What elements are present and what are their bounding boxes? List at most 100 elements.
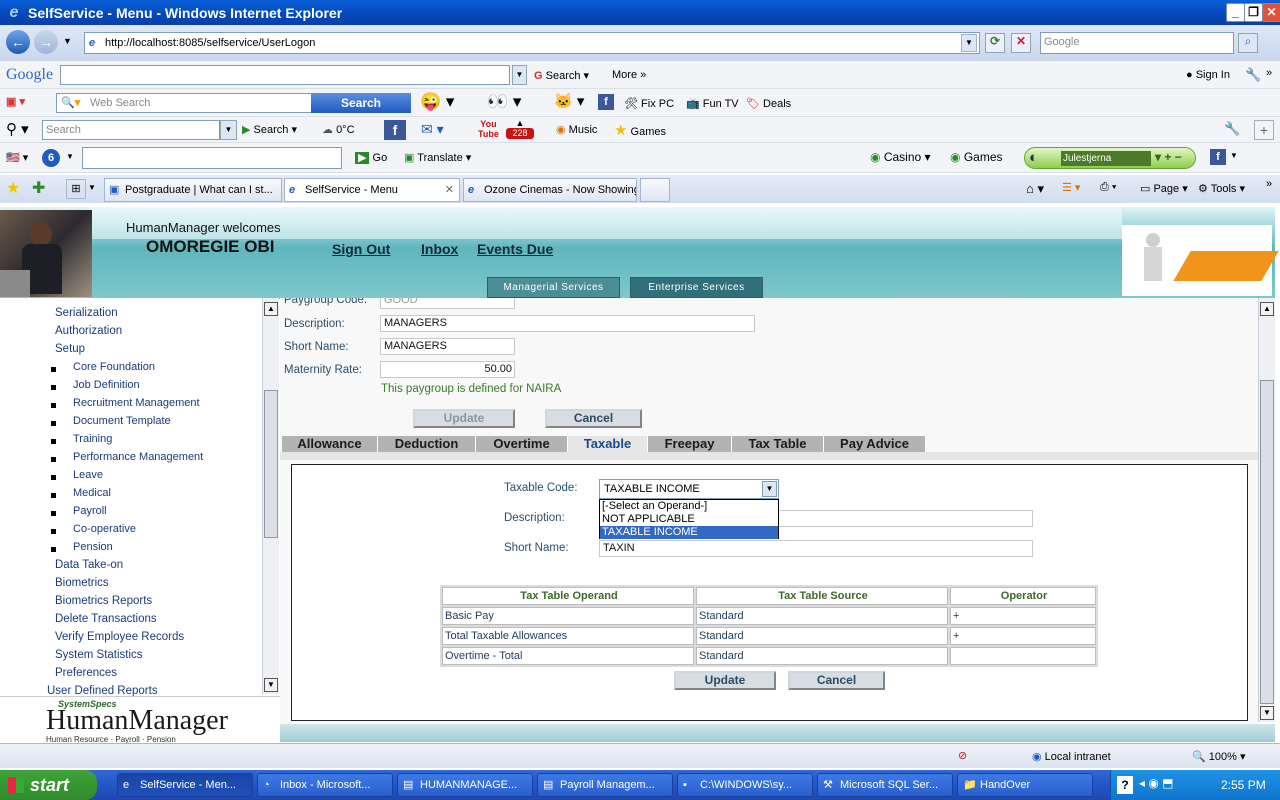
description-field[interactable]: MANAGERS	[380, 315, 755, 332]
tab-deduction[interactable]: Deduction	[378, 436, 476, 452]
go-button[interactable]: ▶ Go	[355, 151, 387, 164]
music-button[interactable]: ◉ Music	[556, 123, 597, 136]
sidebar-more-item-2[interactable]: Biometrics Reports	[55, 595, 152, 607]
taxable-code-options[interactable]: [-Select an Operand-] NOT APPLICABLE TAX…	[599, 499, 779, 539]
facebook-icon-3[interactable]: f	[1210, 149, 1226, 165]
back-button[interactable]: ←	[6, 30, 30, 54]
chevron-icon[interactable]: »	[1266, 67, 1272, 79]
magnifier-search-icon[interactable]: ⚲ ▾	[6, 120, 29, 138]
inbox-link[interactable]: Inbox	[421, 241, 458, 257]
events-due-link[interactable]: Events Due	[477, 241, 553, 257]
toolbar-search-button[interactable]: ▶ Search ▾	[242, 123, 297, 136]
help-icon[interactable]: ?	[1117, 776, 1133, 794]
taskbar-item-3[interactable]: ▤ Payroll Managem...	[537, 773, 673, 797]
managerial-services-button[interactable]: Managerial Services	[487, 277, 620, 298]
option-select-operand[interactable]: [-Select an Operand-]	[600, 500, 778, 513]
weather-widget[interactable]: ☁ 0°C	[322, 123, 355, 136]
fun-tv-button[interactable]: 📺 Fun TV	[686, 97, 739, 110]
taxable-short-name-field[interactable]: TAXIN	[599, 540, 1033, 557]
tab-pay-advice[interactable]: Pay Advice	[824, 436, 926, 452]
forward-button[interactable]: →	[34, 30, 58, 54]
tab-overtime[interactable]: Overtime	[476, 436, 568, 452]
main-scroll-up-icon[interactable]: ▲	[1260, 302, 1274, 316]
setup-item-4[interactable]: Training	[73, 433, 112, 445]
add-favorites-icon[interactable]: ✚	[32, 178, 45, 198]
sign-out-link[interactable]: Sign Out	[332, 241, 390, 257]
tab-close-icon[interactable]: ✕	[445, 179, 454, 201]
globe-dropdown-icon[interactable]: ▼	[66, 152, 74, 161]
minimize-button[interactable]: _	[1226, 3, 1245, 22]
home-icon[interactable]: ⌂ ▾	[1026, 181, 1044, 197]
sidebar-more-item-5[interactable]: System Statistics	[55, 649, 143, 661]
page-menu[interactable]: ▭ Page ▾	[1140, 182, 1188, 195]
flag-icon[interactable]: 🇺🇸 ▾	[6, 151, 28, 164]
option-not-applicable[interactable]: NOT APPLICABLE	[600, 513, 778, 526]
facebook-icon[interactable]: f	[598, 94, 614, 110]
tray-icons[interactable]: ◂ ◉ ⬒	[1139, 776, 1174, 790]
games-button[interactable]: ★ Games	[614, 121, 666, 139]
sidebar-more-item-0[interactable]: Data Take-on	[55, 559, 123, 571]
history-dropdown-icon[interactable]: ▼	[63, 36, 72, 46]
tabs-overflow-icon[interactable]: »	[1266, 178, 1272, 190]
short-name-field[interactable]: MANAGERS	[380, 338, 515, 355]
sidebar-scrollbar[interactable]: ▲ ▼	[262, 298, 279, 694]
sidebar-more-item-4[interactable]: Verify Employee Records	[55, 631, 184, 643]
taskbar-item-1[interactable]: ◔ Inbox - Microsoft...	[257, 773, 393, 797]
maternity-rate-field[interactable]: 50.00	[380, 361, 515, 378]
google-more-button[interactable]: More »	[612, 69, 646, 81]
setup-item-8[interactable]: Payroll	[73, 505, 107, 517]
translate-input[interactable]	[82, 147, 342, 169]
cancel-button[interactable]: Cancel	[545, 409, 642, 428]
new-tab-button[interactable]	[640, 178, 670, 202]
sidebar-more-item-1[interactable]: Biometrics	[55, 577, 109, 589]
user-controls-icon[interactable]: ▾ + −	[1155, 150, 1182, 164]
start-button[interactable]: start	[0, 770, 97, 800]
taskbar-item-0[interactable]: e SelfService - Men...	[117, 773, 253, 797]
settings-wrench-icon[interactable]: 🔧	[1224, 121, 1240, 137]
search-box[interactable]: Google	[1040, 32, 1234, 54]
web-search-input[interactable]: 🔍▾ Web Search	[56, 93, 312, 113]
google-dropdown-icon[interactable]: ▼	[512, 65, 527, 85]
enterprise-services-button[interactable]: Enterprise Services	[630, 277, 763, 298]
favorites-star-icon[interactable]: ★	[6, 178, 20, 198]
cat-icon[interactable]: 🐱 ▾	[554, 92, 584, 110]
translate-button[interactable]: ▣ Translate ▾	[404, 151, 471, 164]
stop-icon[interactable]: ✕	[1011, 33, 1031, 53]
casino-button[interactable]: ◉ Casino ▾	[870, 150, 931, 164]
setup-item-6[interactable]: Leave	[73, 469, 103, 481]
restore-button[interactable]: ❐	[1244, 3, 1263, 22]
taskbar-item-6[interactable]: 📁 HandOver	[957, 773, 1093, 797]
tab-list-icon[interactable]: ▼	[88, 183, 96, 192]
feeds-icon[interactable]: ☰ ▾	[1062, 181, 1080, 194]
mail-icon[interactable]: ✉ ▾	[421, 121, 444, 138]
main-scroll-down-icon[interactable]: ▼	[1260, 706, 1274, 720]
setup-item-3[interactable]: Document Template	[73, 415, 171, 427]
games-button-2[interactable]: ◉ Games	[950, 150, 1003, 164]
address-dropdown-icon[interactable]: ▼	[961, 34, 977, 52]
notifications-widget[interactable]: ▲ 228	[506, 119, 534, 140]
search-go-icon[interactable]: ⌕	[1238, 33, 1258, 53]
setup-item-10[interactable]: Pension	[73, 541, 113, 553]
print-icon[interactable]: ⎙ ▾	[1100, 181, 1116, 194]
sign-in-button[interactable]: ● Sign In	[1186, 69, 1230, 81]
tools-menu[interactable]: ⚙ Tools ▾	[1198, 182, 1245, 195]
update-button[interactable]: Update	[413, 409, 515, 428]
globe-icon[interactable]: 6	[42, 149, 60, 167]
refresh-icon[interactable]: ⟳	[985, 33, 1005, 53]
google-search-button[interactable]: G Search ▾	[534, 69, 589, 82]
sidebar-item-2[interactable]: Setup	[55, 343, 85, 355]
setup-item-9[interactable]: Co-operative	[73, 523, 136, 535]
deals-button[interactable]: 🏷 Deals	[746, 97, 791, 110]
youtube-icon[interactable]: You Tube	[478, 119, 499, 139]
setup-item-5[interactable]: Performance Management	[73, 451, 203, 463]
tab-postgraduate[interactable]: ▣ Postgraduate | What can I st...	[104, 178, 282, 202]
zoom-control[interactable]: 🔍 100% ▾	[1192, 750, 1245, 763]
apps-icon[interactable]: ▣ ▾	[6, 95, 25, 108]
toolbar-search-dropdown-icon[interactable]: ▼	[220, 120, 237, 140]
taxable-cancel-button[interactable]: Cancel	[788, 671, 885, 690]
setup-item-1[interactable]: Job Definition	[73, 379, 140, 391]
user-widget[interactable]: ◐ Julestjerna ▾ + −	[1024, 147, 1196, 169]
google-search-input[interactable]	[60, 65, 510, 85]
tab-selfservice[interactable]: e SelfService - Menu ✕	[284, 178, 460, 202]
smiley-icon[interactable]: 😜 ▾	[420, 92, 454, 112]
